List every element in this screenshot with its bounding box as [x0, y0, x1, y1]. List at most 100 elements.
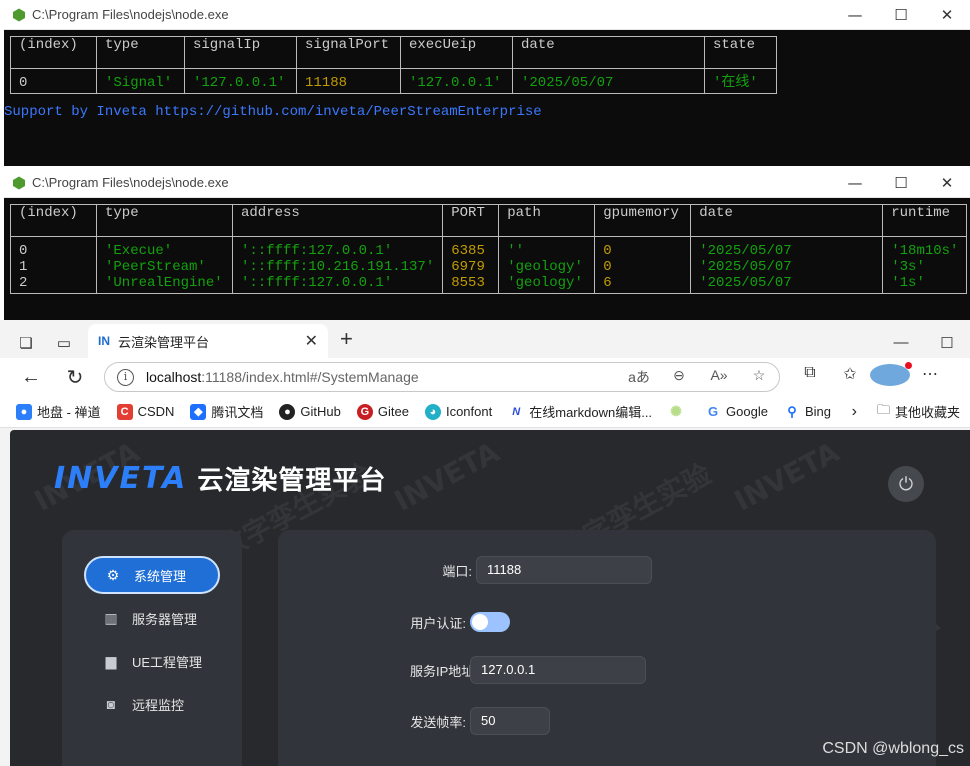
maximize-button[interactable]: ☐ [878, 174, 924, 192]
bookmark-tencent-docs[interactable]: ◆ 腾讯文档 [190, 402, 263, 421]
app-logo: INVETA 云渲染管理平台 [54, 460, 386, 497]
bookmarks-bar: ● 地盘 - 禅道 C CSDN ◆ 腾讯文档 ● GitHub G Gitee ◕ Ico… [0, 396, 970, 428]
csdn-watermark: CSDN @wblong_cs [822, 740, 964, 757]
sidebar-item-ue-projects[interactable]: ▆ UE工程管理 [84, 642, 220, 680]
console-title: C:\Program Files\nodejs\node.exe [32, 175, 229, 190]
col-index: (index) [10, 36, 97, 69]
favorites-icon[interactable]: ✩ [830, 364, 870, 391]
bookmark-github[interactable]: ● GitHub [279, 403, 341, 420]
col-path: path [498, 204, 596, 237]
watermark: INVETA [728, 435, 845, 518]
ip-row: 服务IP地址 127.0.0.1 [410, 656, 646, 684]
table-row: 0 'Signal' '127.0.0.1' 11188 '127.0.0.1'… [10, 68, 777, 94]
folder-icon: ▆ [105, 652, 117, 669]
back-arrow-icon[interactable]: ← [14, 366, 48, 389]
tab-bar: ❏ ▭ IN 云渲染管理平台 ✕ + — ☐ [0, 320, 970, 358]
monitor-icon: ◙ [106, 696, 116, 712]
bookmark-loading[interactable]: ✺ [668, 403, 689, 420]
console-output: (index) type signalIp signalPort execUei… [4, 30, 970, 120]
tab-cloud-render[interactable]: IN 云渲染管理平台 ✕ [88, 324, 328, 358]
gear-icon: ⚙ [106, 566, 120, 583]
sidebar-item-remote-monitor[interactable]: ◙ 远程监控 [84, 685, 220, 723]
port-row: 端口: 11188 [416, 556, 652, 584]
auth-row: 用户认证: [410, 612, 510, 632]
minimize-button[interactable]: — [832, 6, 878, 24]
translate-icon[interactable]: aあ [619, 367, 659, 387]
zoom-out-icon[interactable]: ⊖ [659, 367, 699, 387]
zentao-icon: ● [16, 403, 32, 420]
refresh-icon[interactable]: ↻ [58, 365, 92, 390]
bookmark-iconfont[interactable]: ◕ Iconfont [424, 403, 492, 420]
google-icon: G [705, 403, 722, 420]
auth-label: 用户认证: [410, 615, 466, 631]
inveta-favicon: IN [98, 334, 110, 348]
gitee-icon: G [356, 403, 373, 420]
col-signalport: signalPort [296, 36, 401, 69]
col-type: type [96, 36, 185, 69]
new-tab-button[interactable]: + [340, 326, 353, 352]
console-titlebar[interactable]: C:\Program Files\nodejs\node.exe — ☐ ✕ [4, 168, 970, 198]
power-icon[interactable]: ⏻ [888, 466, 924, 502]
tab-actions-icon[interactable]: ▭ [50, 328, 78, 358]
ip-input[interactable]: 127.0.0.1 [470, 656, 646, 684]
workspaces-icon[interactable]: ❏ [12, 328, 40, 358]
iconfont-icon: ◕ [424, 403, 441, 420]
tab-title: 云渲染管理平台 [118, 334, 210, 350]
col-signalip: signalIp [184, 36, 297, 69]
minimize-button[interactable]: — [832, 174, 878, 192]
bookmark-gitee[interactable]: G Gitee [356, 403, 409, 420]
ip-label: 服务IP地址 [410, 663, 475, 679]
browser-minimize-button[interactable]: — [878, 334, 924, 352]
markdown-icon: N [508, 403, 525, 420]
console-output: (index) type address PORT path gpumemory… [4, 198, 970, 294]
close-button[interactable]: ✕ [924, 6, 970, 24]
port-label: 端口: [442, 563, 472, 579]
console-titlebar[interactable]: C:\Program Files\nodejs\node.exe — ☐ ✕ [4, 0, 970, 30]
close-button[interactable]: ✕ [924, 174, 970, 192]
tab-close-icon[interactable]: ✕ [305, 331, 318, 351]
csdn-icon: C [116, 403, 133, 420]
avatar [870, 361, 912, 386]
sidebar-item-system[interactable]: ⚙ 系统管理 [84, 556, 220, 594]
sidebar-item-label: 远程监控 [132, 697, 185, 713]
nodejs-icon [13, 8, 25, 21]
more-menu-icon[interactable]: ⋯ [910, 364, 950, 391]
signal-table: (index) type signalIp signalPort execUei… [10, 36, 777, 94]
browser-maximize-button[interactable]: ☐ [924, 334, 970, 352]
chevron-right-icon[interactable]: › [852, 403, 857, 421]
console-window-signal: C:\Program Files\nodejs\node.exe — ☐ ✕ (… [4, 0, 970, 166]
console-title: C:\Program Files\nodejs\node.exe [32, 7, 229, 22]
address-bar[interactable]: i localhost:11188/index.html#/SystemMana… [104, 362, 780, 392]
bookmark-zentao[interactable]: ● 地盘 - 禅道 [16, 402, 101, 421]
sidebar-item-servers[interactable]: ▥ 服务器管理 [84, 599, 220, 637]
bookmark-google[interactable]: G Google [705, 403, 768, 420]
bing-search-icon: ⚲ [783, 403, 800, 420]
read-aloud-icon[interactable]: A» [699, 367, 739, 387]
col-port: PORT [442, 204, 500, 237]
folder-icon: 🗀 [876, 401, 890, 417]
sidebar-item-label: UE工程管理 [132, 654, 203, 670]
col-date: date [512, 36, 705, 69]
port-input[interactable]: 11188 [476, 556, 652, 584]
maximize-button[interactable]: ☐ [878, 6, 924, 24]
col-address: address [231, 204, 444, 237]
brand-logo: INVETA [54, 461, 188, 496]
extensions-icon[interactable]: ⧉ [790, 364, 830, 391]
auth-toggle[interactable] [470, 612, 510, 632]
watermark: INVETA [388, 435, 505, 518]
col-index: (index) [10, 204, 97, 237]
bookmark-csdn[interactable]: C CSDN [116, 403, 174, 420]
site-info-icon[interactable]: i [117, 368, 134, 386]
col-type: type [96, 204, 233, 237]
bookmark-bing[interactable]: ⚲ Bing [783, 403, 831, 420]
browser-window: ❏ ▭ IN 云渲染管理平台 ✕ + — ☐ ← ↻ i localhost:1… [0, 320, 970, 766]
console-window-servers: C:\Program Files\nodejs\node.exe — ☐ ✕ (… [4, 168, 970, 320]
favorite-star-icon[interactable]: ☆ [739, 367, 779, 387]
bookmark-markdown[interactable]: N 在线markdown编辑... [508, 402, 652, 421]
support-text: Support by Inveta https://github.com/inv… [4, 104, 542, 120]
rate-input[interactable]: 50 [470, 707, 550, 735]
other-bookmarks[interactable]: 其他收藏夹 [895, 402, 960, 421]
profile-avatar[interactable] [870, 361, 912, 391]
table-row: 0 1 2 'Execue' 'PeerStream' 'UnrealEngin… [10, 236, 968, 294]
rate-row: 发送帧率: 50 [410, 707, 550, 735]
